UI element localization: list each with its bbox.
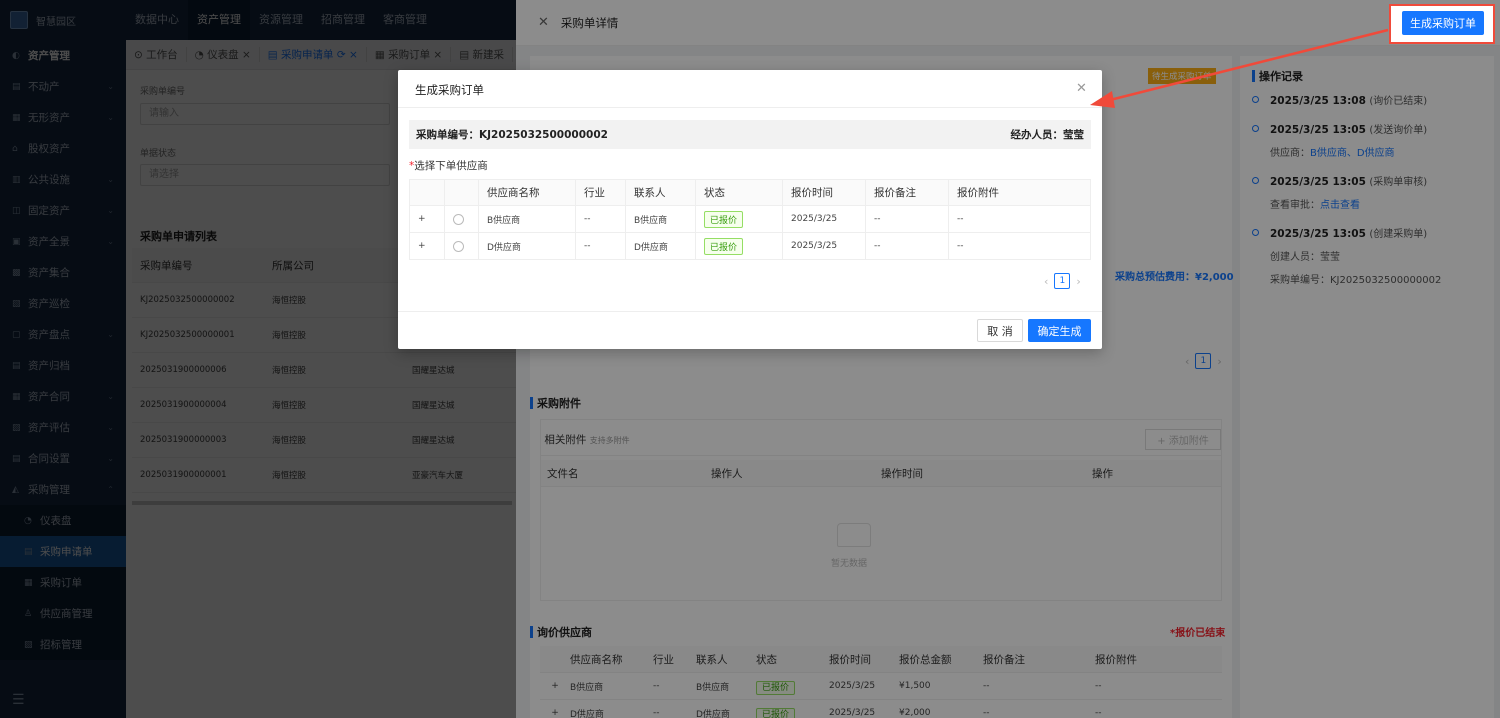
arrow-line xyxy=(1105,28,1389,103)
annotation-arrow xyxy=(1090,28,1389,108)
arrow-head xyxy=(1090,91,1115,108)
